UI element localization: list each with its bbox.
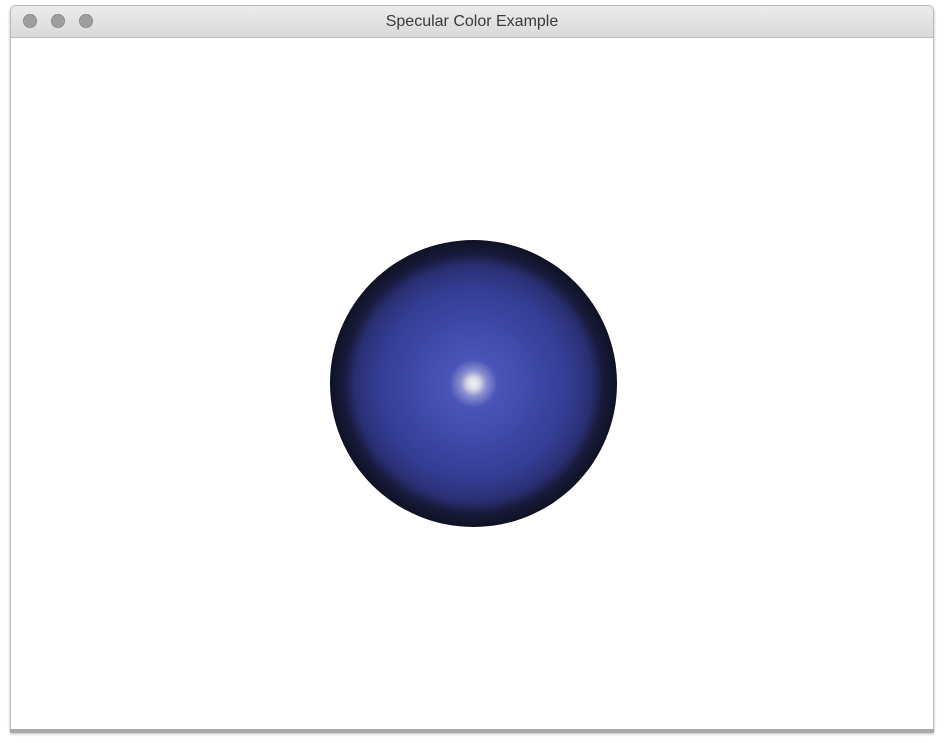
app-window: Specular Color Example	[10, 5, 934, 732]
specular-sphere	[330, 240, 617, 527]
scene-canvas	[11, 38, 933, 731]
title-bar[interactable]: Specular Color Example	[11, 6, 933, 38]
window-bottom-border	[10, 729, 934, 733]
window-title: Specular Color Example	[385, 13, 559, 30]
